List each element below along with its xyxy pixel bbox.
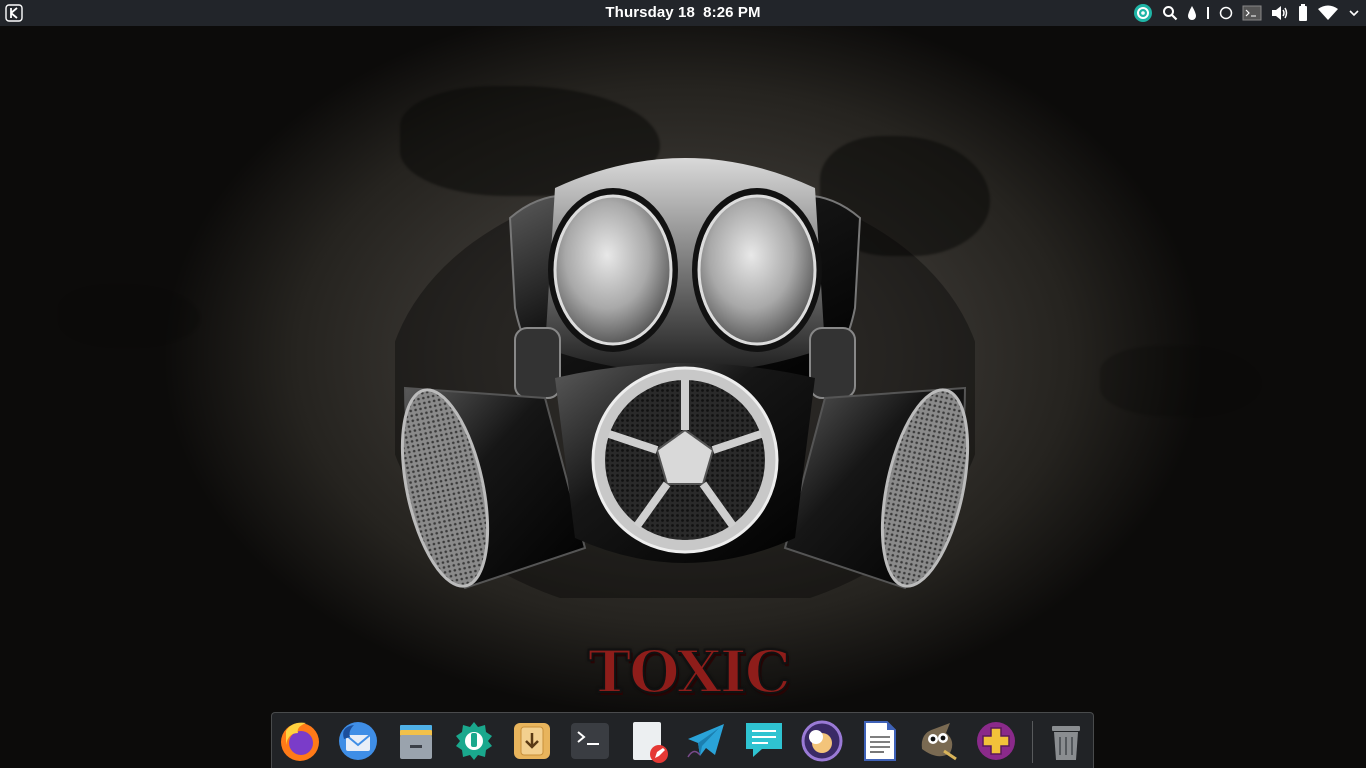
trash-icon[interactable] [1044,719,1088,763]
plus-icon[interactable] [974,719,1018,763]
system-tray [1133,0,1360,26]
clock-time: 8:26 PM [703,4,761,21]
chat-icon[interactable] [742,719,786,763]
toxic-logo: TOXIC [587,636,792,707]
document-icon[interactable] [858,719,902,763]
thunderbird-icon[interactable] [336,719,380,763]
search-icon[interactable] [1162,5,1178,21]
circle-icon[interactable] [1219,6,1233,20]
clock-day: Thursday 18 [605,4,695,21]
file-manager-icon[interactable] [394,719,438,763]
terminal-icon[interactable] [1242,5,1262,21]
plasma-update-icon[interactable] [1133,3,1153,23]
gimp-icon[interactable] [916,719,960,763]
wall-crack [60,286,200,346]
settings-icon[interactable] [452,719,496,763]
telegram-icon[interactable] [684,719,728,763]
music-player-icon[interactable] [800,719,844,763]
dock-separator [1032,721,1033,763]
chevron-down-icon[interactable] [1348,7,1360,19]
droplet-icon[interactable] [1187,5,1197,21]
firefox-icon[interactable] [278,719,322,763]
wifi-icon[interactable] [1317,5,1339,21]
text-editor-icon[interactable] [626,719,670,763]
download-icon[interactable] [510,719,554,763]
gas-mask-artwork [395,158,975,598]
bar-icon[interactable] [1206,6,1210,20]
toxic-logo-text: TOXIC [587,637,792,707]
volume-icon[interactable] [1271,5,1289,21]
battery-icon[interactable] [1298,4,1308,22]
terminal-icon[interactable] [568,719,612,763]
dock [271,712,1094,768]
top-panel: Thursday 18 8:26 PM [0,0,1366,26]
wall-crack [1100,346,1260,416]
